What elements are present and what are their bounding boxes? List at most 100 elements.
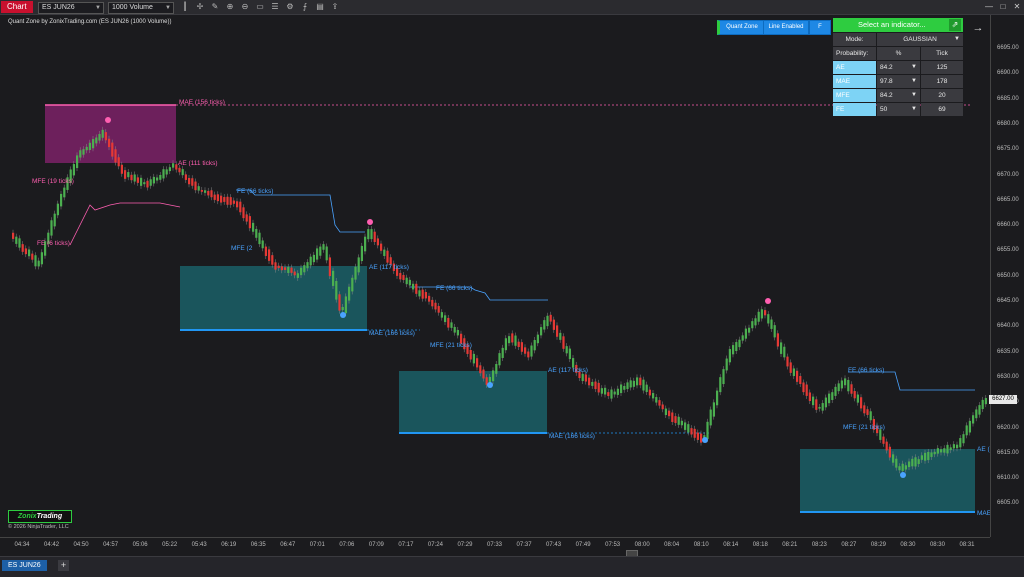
price-axis[interactable]: 6695.00 6690.00 6685.00 6680.00 6675.00 6670.… (990, 15, 1024, 537)
time-tick: 06:47 (280, 542, 296, 548)
candle (72, 164, 75, 176)
candle (604, 387, 607, 395)
price-tick: 6610.00 (997, 475, 1019, 482)
ae-label-3: AE (117 ticks) (548, 367, 588, 374)
candle (524, 347, 527, 354)
candle (357, 257, 360, 273)
templates-icon[interactable]: ▤ (315, 2, 325, 12)
zoom-in-icon[interactable]: ⊕ (225, 2, 235, 12)
candle (40, 252, 43, 265)
probability-percent-select[interactable]: 50 ▼ (877, 103, 920, 116)
external-link-icon[interactable]: ⇗ (949, 19, 961, 31)
candle (888, 446, 891, 458)
minimize-icon[interactable]: — (982, 1, 996, 13)
instrument-select[interactable]: ES JUN26 ▼ (38, 2, 104, 14)
chart-tab[interactable]: Chart (1, 1, 33, 13)
blue-step-line-3 (848, 371, 975, 391)
candle (674, 416, 677, 423)
candle (402, 275, 405, 281)
time-tick: 04:50 (73, 542, 89, 548)
candle (293, 271, 296, 276)
quant-zone-button[interactable]: Quant Zone (717, 20, 765, 35)
chevron-down-icon: ▼ (165, 5, 171, 11)
candle (844, 378, 847, 386)
data-box-icon[interactable]: ▭ (255, 2, 265, 12)
candle (341, 306, 344, 311)
candle (82, 149, 85, 155)
candle (399, 272, 402, 280)
candle (655, 397, 658, 403)
f-button[interactable]: F (809, 20, 831, 35)
candle (796, 370, 799, 382)
candle (242, 207, 245, 219)
time-tick: 06:19 (221, 542, 237, 548)
candle (620, 384, 623, 394)
candle (108, 138, 111, 148)
price-tick: 6620.00 (997, 424, 1019, 431)
candle (104, 132, 107, 141)
bar-type-select[interactable]: 1000 Volume ▼ (108, 2, 174, 14)
candle (200, 189, 203, 192)
candle (722, 369, 725, 385)
candle (629, 380, 632, 388)
maximize-icon[interactable]: □ (996, 1, 1010, 13)
probability-tick-value: 125 (921, 61, 963, 74)
candle (943, 448, 946, 453)
add-tab-icon[interactable]: + (58, 560, 69, 571)
time-axis[interactable]: 04:34 04:42 04:50 04:57 05:06 05:22 05:43 06:19… (0, 537, 990, 554)
candle (332, 270, 335, 286)
probability-percent-select[interactable]: 97.8 ▼ (877, 75, 920, 88)
probability-percent-select[interactable]: 84.2 ▼ (877, 61, 920, 74)
candle (447, 317, 450, 328)
extreme-marker (340, 312, 346, 318)
mode-select[interactable]: GAUSSIAN ▼ (877, 33, 963, 46)
candle (610, 389, 613, 399)
line-enabled-button[interactable]: Line Enabled (763, 20, 809, 35)
candle (24, 248, 27, 255)
properties-icon[interactable]: ☰ (270, 2, 280, 12)
candle (476, 358, 479, 368)
time-tick: 08:29 (870, 542, 886, 548)
candle (856, 394, 859, 403)
blue-step-line-1 (236, 189, 365, 233)
candle (549, 314, 552, 322)
share-icon[interactable]: ⇪ (330, 2, 340, 12)
close-icon[interactable]: ✕ (1010, 1, 1024, 13)
candle (412, 283, 415, 290)
candle (732, 345, 735, 355)
mode-value: GAUSSIAN (903, 36, 937, 43)
strategies-icon[interactable]: ⚙ (285, 2, 295, 12)
indicators-icon[interactable]: ⨍ (300, 2, 310, 12)
probability-percent-select[interactable]: 84.2 ▼ (877, 89, 920, 102)
bar-style-icon[interactable]: ┃ (180, 2, 190, 12)
candle (514, 335, 517, 346)
candle (552, 319, 555, 330)
zoom-out-icon[interactable]: ⊖ (240, 2, 250, 12)
instrument-tab-bar: ES JUN26 + (0, 556, 1024, 577)
candle (815, 399, 818, 410)
candle (776, 333, 779, 347)
mae-label-3: MAE (166 ticks) (549, 433, 595, 440)
price-tick: 6605.00 (997, 500, 1019, 507)
candle (495, 363, 498, 374)
candle (229, 197, 232, 205)
candle (927, 451, 930, 461)
indicator-select-label: Select an indicator... (858, 20, 926, 29)
candle (184, 174, 187, 180)
candle (264, 246, 267, 256)
candle (626, 382, 629, 390)
price-tick: 6690.00 (997, 70, 1019, 77)
mae-label-1: MAE (156 ticks) (179, 99, 225, 106)
candle (325, 246, 328, 261)
candle (780, 342, 783, 354)
drawing-icon[interactable]: ✎ (210, 2, 220, 12)
candle (636, 377, 639, 386)
candle (959, 438, 962, 448)
crosshair-icon[interactable]: ✢ (195, 2, 205, 12)
candle (696, 432, 699, 440)
chevron-down-icon: ▼ (911, 78, 917, 84)
arrow-right-icon[interactable]: → (970, 21, 986, 35)
indicator-select[interactable]: Select an indicator... ⇗ (833, 18, 963, 32)
candle (645, 384, 648, 393)
instrument-tab[interactable]: ES JUN26 (2, 560, 47, 571)
